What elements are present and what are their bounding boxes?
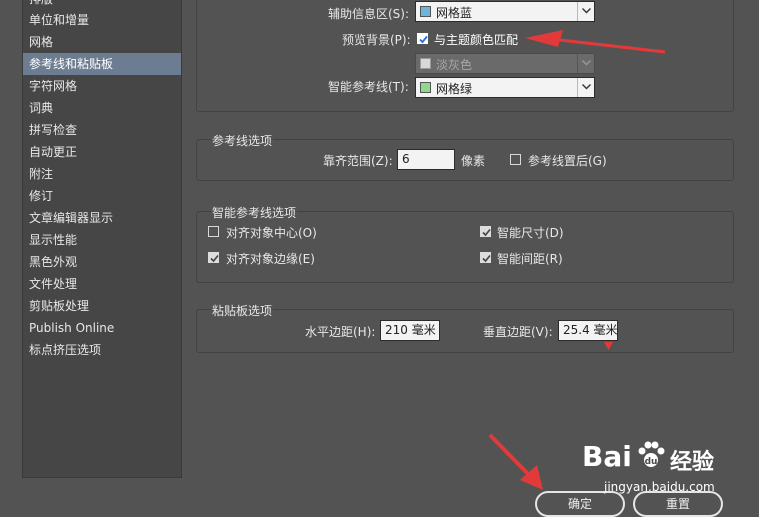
align-object-center-checkbox[interactable]: [208, 226, 219, 237]
sidebar-item-publish-online[interactable]: Publish Online: [23, 317, 181, 339]
sidebar-item-character-grid[interactable]: 字符网格: [23, 75, 181, 97]
color-swatch: [420, 6, 431, 17]
smart-guides-color-value: 网格绿: [436, 82, 473, 96]
sidebar-item-black-appearance[interactable]: 黑色外观: [23, 251, 181, 273]
pasteboard-options-title: 粘贴板选项: [211, 302, 274, 319]
smart-dimensions-label[interactable]: 智能尺寸(D): [497, 224, 564, 241]
baidu-jingyan-watermark: Bai du 经验 jingyan.baidu.com: [580, 432, 755, 500]
chevron-down-icon[interactable]: [577, 2, 594, 21]
color-swatch: [420, 58, 431, 69]
sidebar-item-guides-pasteboard[interactable]: 参考线和粘贴板: [23, 53, 181, 75]
sidebar-item-notes[interactable]: 附注: [23, 163, 181, 185]
watermark-brand-suffix: 经验: [670, 450, 715, 475]
horizontal-margin-label: 水平边距(H):: [305, 325, 376, 339]
guides-in-back-label[interactable]: 参考线置后(G): [528, 152, 607, 169]
svg-text:du: du: [645, 457, 658, 467]
aux-area-color-value: 网格蓝: [436, 6, 473, 20]
color-swatch: [420, 82, 431, 93]
smart-guides-color-dropdown[interactable]: 网格绿: [415, 77, 595, 98]
vertical-margin-label: 垂直边距(V):: [483, 325, 553, 339]
snap-zone-unit: 像素: [461, 154, 486, 168]
watermark-brand: Bai: [582, 440, 632, 473]
sidebar-item-display-performance[interactable]: 显示性能: [23, 229, 181, 251]
preview-match-theme-checkbox[interactable]: [417, 33, 428, 44]
sidebar-item-autocorrect[interactable]: 自动更正: [23, 141, 181, 163]
smart-spacing-label[interactable]: 智能间距(R): [497, 250, 563, 267]
sidebar-item-track-changes[interactable]: 修订: [23, 185, 181, 207]
sidebar-item-composition[interactable]: 排版: [23, 0, 181, 9]
guide-options-title: 参考线选项: [211, 132, 274, 149]
smart-dimensions-checkbox[interactable]: [480, 226, 491, 237]
guides-in-back-checkbox[interactable]: [510, 154, 521, 165]
chevron-down-icon[interactable]: [577, 78, 594, 97]
watermark-url: jingyan.baidu.com: [604, 480, 715, 494]
sidebar-item-story-editor[interactable]: 文章编辑器显示: [23, 207, 181, 229]
smart-spacing-checkbox[interactable]: [480, 252, 491, 263]
paw-icon: du: [638, 441, 665, 467]
aux-area-label: 辅助信息区(S):: [328, 7, 410, 21]
preferences-category-list[interactable]: 排版 单位和增量 网格 参考线和粘贴板 字符网格 词典 拼写检查 自动更正 附注…: [22, 0, 182, 478]
aux-area-color-dropdown[interactable]: 网格蓝: [415, 1, 595, 22]
snap-zone-label: 靠齐范围(Z):: [323, 154, 393, 168]
sidebar-item-file-handling[interactable]: 文件处理: [23, 273, 181, 295]
horizontal-margin-input[interactable]: 210 毫米: [380, 320, 440, 341]
pasteboard-options-group: 粘贴板选项 水平边距(H): 210 毫米 垂直边距(V): 25.4 毫米: [196, 302, 734, 353]
sidebar-item-units[interactable]: 单位和增量: [23, 9, 181, 31]
align-object-edges-checkbox[interactable]: [208, 252, 219, 263]
sidebar-item-clipboard[interactable]: 剪贴板处理: [23, 295, 181, 317]
smart-guide-options-title: 智能参考线选项: [211, 204, 298, 221]
snap-zone-input[interactable]: 6: [397, 149, 455, 170]
smart-guides-color-label: 智能参考线(T):: [328, 80, 409, 94]
preview-match-theme-label[interactable]: 与主题颜色匹配: [434, 31, 518, 48]
preview-bg-label: 预览背景(P):: [342, 33, 411, 47]
sidebar-item-mojikumi[interactable]: 标点挤压选项: [23, 339, 181, 361]
align-object-center-label[interactable]: 对齐对象中心(O): [226, 224, 317, 241]
preview-bg-color-value: 淡灰色: [436, 58, 473, 72]
sidebar-item-dictionary[interactable]: 词典: [23, 97, 181, 119]
align-object-edges-label[interactable]: 对齐对象边缘(E): [226, 250, 315, 267]
guide-options-group: 参考线选项 靠齐范围(Z): 6 像素 参考线置后(G): [196, 132, 734, 181]
vertical-margin-input[interactable]: 25.4 毫米: [558, 320, 618, 341]
sidebar-item-spelling[interactable]: 拼写检查: [23, 119, 181, 141]
color-options-group: 辅助信息区(S): 网格蓝 预览背景(P): 与主题颜色匹配 淡灰色 智能参考线…: [196, 0, 734, 112]
preview-bg-color-dropdown: 淡灰色: [415, 53, 595, 74]
chevron-down-icon: [577, 54, 594, 73]
sidebar-item-grids[interactable]: 网格: [23, 31, 181, 53]
smart-guide-options-group: 智能参考线选项 对齐对象中心(O) 对齐对象边缘(E) 智能尺寸(D) 智能间距…: [196, 204, 734, 283]
